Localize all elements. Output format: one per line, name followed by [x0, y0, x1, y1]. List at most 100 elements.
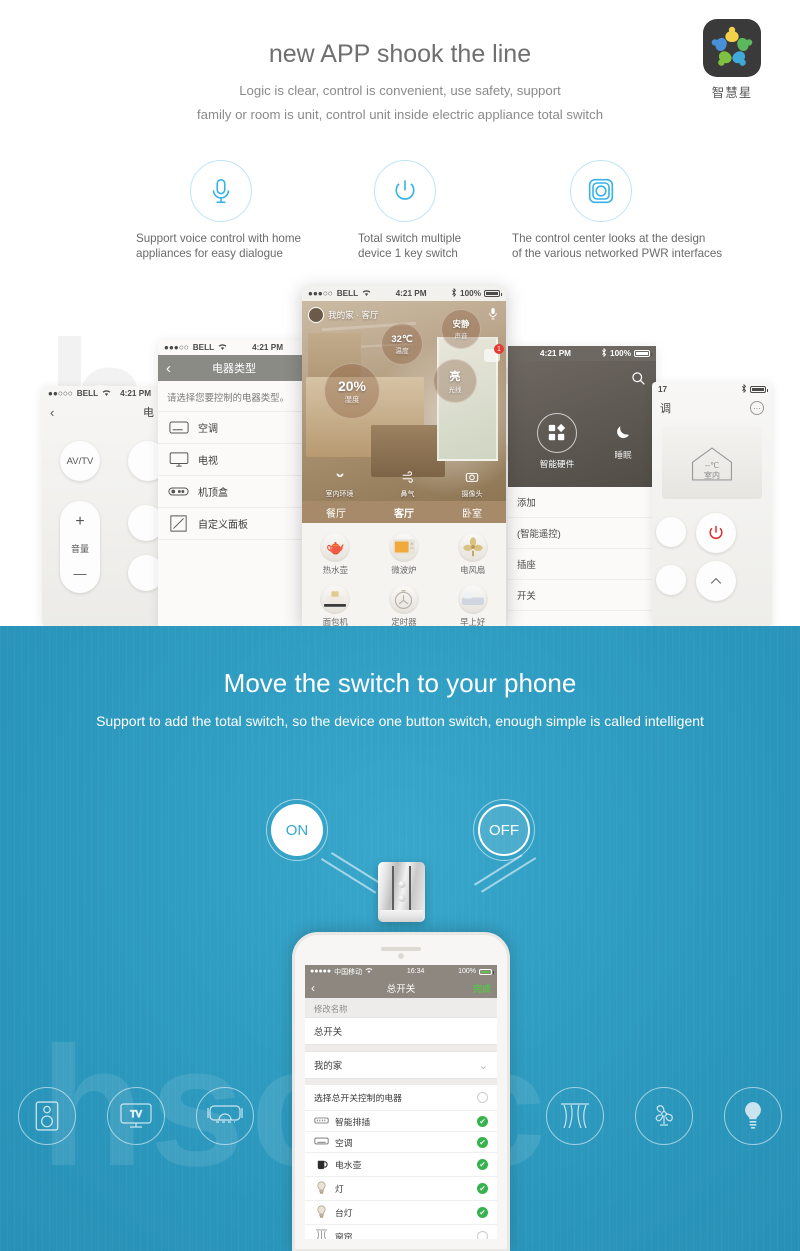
list-item[interactable]: 开关 — [508, 580, 656, 611]
home-select-value: 我的家 — [314, 1060, 343, 1071]
feature-caption: Total switch multiple device 1 key switc… — [358, 232, 462, 260]
notification-chip[interactable]: 1 — [484, 344, 504, 362]
tab-dining-room[interactable]: 餐厅 — [326, 505, 346, 520]
volume-stepper[interactable]: + 音量 — — [60, 501, 100, 593]
device-cell[interactable]: 早上好 — [439, 581, 506, 626]
device-row[interactable]: 智能排插 ✔ — [305, 1111, 497, 1132]
list-item-label: 电视 — [198, 456, 218, 467]
numeric-button-3[interactable] — [128, 505, 162, 541]
phone-smart-hardware: 4:21 PM 100% 智能硬件 睡眠 添加 (智能遥控) 插座 开关 — [508, 346, 656, 626]
remote-nav: ‹ 电 — [42, 401, 162, 423]
tile-smart-hardware[interactable]: 智能硬件 — [526, 413, 588, 470]
timer-icon — [388, 584, 419, 614]
tile-sleep[interactable]: 睡眠 — [600, 423, 646, 461]
status-badge: 1 — [494, 344, 504, 354]
device-cell[interactable]: 电风扇 — [439, 529, 506, 579]
list-item[interactable]: 空调 — [158, 411, 310, 443]
list-item[interactable] — [158, 539, 310, 571]
off-button[interactable]: OFF — [478, 804, 530, 856]
nav-title: 总开关 — [386, 984, 416, 995]
list-item[interactable]: 添加 — [508, 487, 656, 518]
temperature-bubble[interactable]: 32℃ 温度 — [381, 323, 423, 365]
bubble-value: 亮 — [449, 371, 461, 383]
tab-living-room[interactable]: 客厅 — [394, 505, 414, 520]
battery-icon — [484, 290, 502, 297]
tab-bedroom[interactable]: 卧室 — [462, 505, 482, 520]
device-cell[interactable]: 🫖 热水壶 — [302, 529, 369, 579]
list-item[interactable]: 自定义面板 — [158, 507, 310, 539]
device-row[interactable]: 电水壶 ✔ — [305, 1153, 497, 1177]
volume-up-button[interactable]: + — [75, 513, 84, 531]
mode-button[interactable] — [656, 517, 686, 547]
wifi-icon — [365, 967, 373, 976]
microwave-icon — [388, 532, 419, 562]
carrier-label: 中国移动 — [334, 968, 363, 976]
avtv-button[interactable]: AV/TV — [60, 441, 100, 481]
status-bar: ●●○○○ BELL 4:21 PM — [42, 386, 162, 401]
select-all-checkbox[interactable] — [477, 1092, 488, 1103]
device-row[interactable]: 窗帘 — [305, 1225, 497, 1239]
phone-ac-remote: 17 调 ··· --℃ 室内 — [652, 382, 772, 626]
device-row[interactable]: 空调 ✔ — [305, 1132, 497, 1153]
list-item[interactable]: 电视 — [158, 443, 310, 475]
device-cell[interactable]: 微波炉 — [371, 529, 438, 579]
footer-item-indoor[interactable]: 室内环境 — [326, 470, 354, 499]
temp-up-button[interactable] — [696, 561, 736, 601]
list-item[interactable]: (智能遥控) — [508, 518, 656, 549]
nav-bar: ‹ 电器类型 — [158, 355, 310, 381]
status-time: 4:21 PM — [252, 343, 284, 352]
done-button[interactable]: 完成 — [473, 982, 491, 995]
device-checkbox[interactable]: ✔ — [477, 1207, 488, 1218]
device-cell[interactable]: 定时器 — [371, 581, 438, 626]
curtain-icon — [314, 1228, 329, 1239]
footer-item-air[interactable]: 鼻气 — [401, 470, 415, 499]
back-button[interactable]: ‹ — [50, 405, 54, 420]
footer-item-camera[interactable]: 摄像头 — [462, 470, 483, 499]
name-input[interactable]: 总开关 — [305, 1017, 497, 1045]
hero-section: hsccc 智慧星 new APP shook the line Logic i… — [0, 0, 800, 626]
footer-item-label: 摄像头 — [461, 491, 483, 498]
device-checkbox[interactable]: ✔ — [477, 1115, 488, 1127]
sound-bubble[interactable]: 安静 声音 — [441, 309, 481, 349]
device-row[interactable]: 台灯 ✔ — [305, 1201, 497, 1225]
list-item[interactable]: 机顶盒 — [158, 475, 310, 507]
on-button[interactable]: ON — [271, 804, 323, 856]
list-item[interactable]: 插座 — [508, 549, 656, 580]
device-cell[interactable]: 面包机 — [302, 581, 369, 626]
power-button[interactable] — [696, 513, 736, 553]
earpiece — [381, 947, 421, 951]
carrier-label: BELL — [192, 343, 215, 352]
humidity-bubble[interactable]: 20% 湿度 — [324, 363, 380, 419]
fan-speed-button[interactable] — [656, 565, 686, 595]
power-icon — [374, 160, 436, 222]
device-checkbox[interactable]: ✔ — [477, 1159, 488, 1170]
list-item-label: 自定义面板 — [198, 520, 248, 531]
volume-down-button[interactable]: — — [74, 566, 87, 581]
channel-button[interactable] — [128, 441, 162, 481]
numeric-button-1[interactable] — [128, 555, 162, 591]
status-time: 4:21 PM — [120, 389, 152, 398]
grid-icon — [537, 413, 577, 453]
device-checkbox[interactable]: ✔ — [477, 1136, 488, 1148]
microphone-icon[interactable] — [488, 307, 498, 326]
home-select[interactable]: 我的家 ⌄ — [305, 1051, 497, 1079]
signal-dots: ●●●○○ — [308, 289, 333, 298]
back-button[interactable]: ‹ — [311, 981, 315, 995]
device-checkbox[interactable]: ✔ — [477, 1183, 488, 1194]
search-icon[interactable] — [631, 371, 646, 391]
more-icon[interactable]: ··· — [750, 401, 764, 415]
device-row[interactable]: 灯 ✔ — [305, 1177, 497, 1201]
light-bubble[interactable]: 亮 光线 — [433, 359, 477, 403]
fan-icon — [457, 532, 488, 562]
desk-lamp-icon — [314, 1205, 329, 1221]
master-switch-screen: ●●●●● 中国移动 16:34 100% ‹ 总开关 完成 修改名称 总开关 … — [305, 965, 497, 1239]
phone-master-switch: ●●●●● 中国移动 16:34 100% ‹ 总开关 完成 修改名称 总开关 … — [292, 932, 510, 1251]
status-bar: ●●●○○ BELL 4:21 PM 100% — [302, 286, 506, 301]
switch-panel-icon — [570, 160, 632, 222]
list-item-label: 机顶盒 — [198, 488, 228, 499]
speaker-icon — [18, 1087, 76, 1145]
wall-switch[interactable] — [378, 862, 425, 922]
device-checkbox[interactable] — [477, 1230, 488, 1239]
avatar[interactable] — [308, 307, 324, 323]
ac-display: --℃ 室内 — [662, 425, 762, 499]
